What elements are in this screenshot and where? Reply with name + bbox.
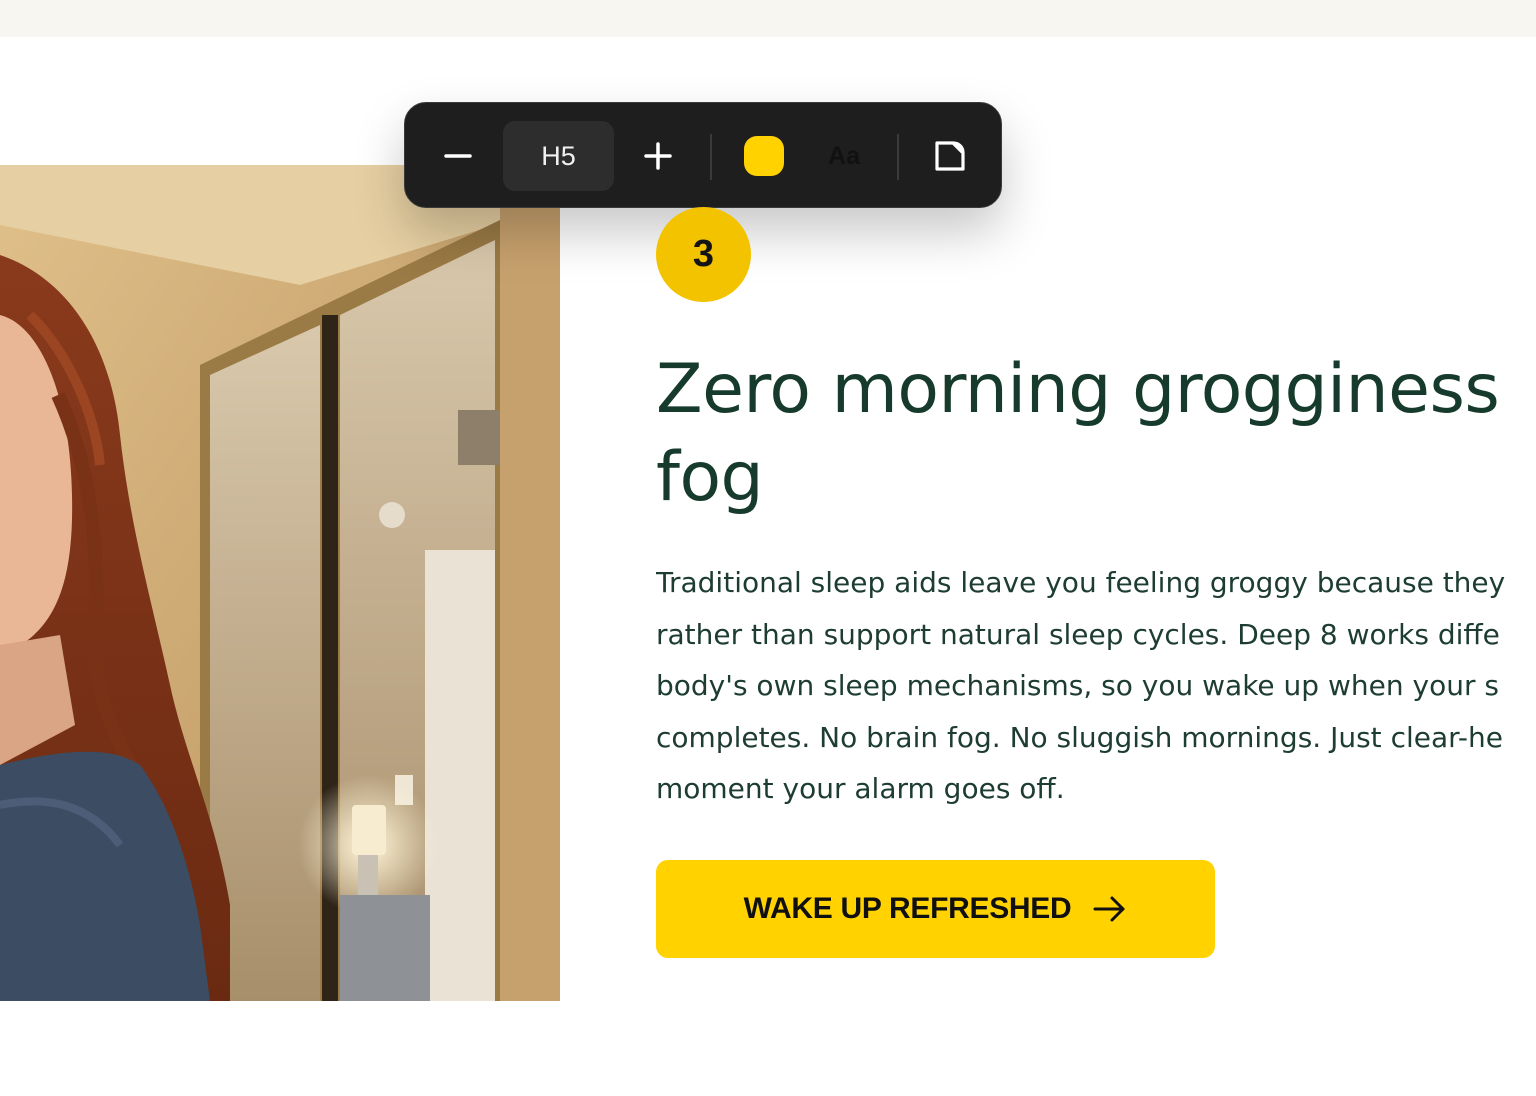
text-color-button[interactable] <box>735 121 793 191</box>
wake-up-refreshed-button[interactable]: WAKE UP REFRESHED <box>656 860 1215 958</box>
body-line: body's own sleep mechanisms, so you wake… <box>656 669 1499 702</box>
heading-line: Zero morning grogginess <box>656 350 1500 429</box>
toolbar-divider <box>897 134 899 180</box>
increase-heading-button[interactable] <box>623 121 693 191</box>
copy-icon <box>935 141 965 171</box>
section-body: Traditional sleep aids leave you feeling… <box>656 557 1536 817</box>
lifestyle-photo <box>0 165 560 1001</box>
heading-level-button[interactable]: H5 <box>503 121 614 191</box>
step-number-badge: 3 <box>656 207 751 302</box>
section-heading: Zero morning grogginess fog <box>656 346 1536 522</box>
text-format-toolbar: H5 Aa <box>404 102 1002 208</box>
decrease-heading-button[interactable] <box>423 121 493 191</box>
color-swatch <box>744 136 784 176</box>
copy-button[interactable] <box>917 121 983 191</box>
plus-icon <box>644 142 672 170</box>
heading-line: fog <box>656 438 764 517</box>
font-style-button[interactable]: Aa <box>805 121 883 191</box>
body-line: Traditional sleep aids leave you feeling… <box>656 566 1506 599</box>
body-line: rather than support natural sleep cycles… <box>656 617 1500 651</box>
arrow-right-icon <box>1093 895 1127 923</box>
minus-icon <box>444 154 472 158</box>
body-line: moment your alarm goes off. <box>656 772 1065 805</box>
toolbar-divider <box>710 134 712 180</box>
cta-label: WAKE UP REFRESHED <box>743 892 1072 925</box>
body-line: completes. No brain fog. No sluggish mor… <box>656 720 1503 754</box>
top-band <box>0 0 1536 37</box>
